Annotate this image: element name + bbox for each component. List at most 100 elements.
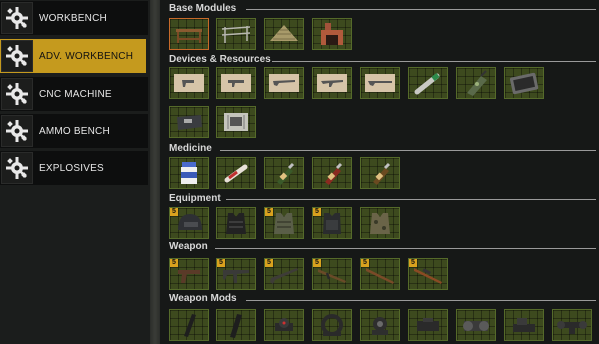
parts-box-icon [269,74,299,92]
nav-item-label: EXPLOSIVES [39,162,104,174]
recipe-slot-radio[interactable] [456,67,496,99]
recipe-slot-medicine-bottle-brown[interactable] [360,157,400,189]
nav-item-workbench[interactable]: WORKBENCH [0,1,148,35]
parts-box-icon [365,74,395,92]
recipe-slot-tablet[interactable] [504,67,544,99]
tier-badge: 5 [170,208,178,216]
recipe-slot-pistol-parts-box[interactable] [169,67,209,99]
recipe-slot-extended-magazine[interactable] [216,309,256,341]
scope-mount-icon [372,317,388,335]
recipe-slot-medicine-bottle-red[interactable] [312,157,352,189]
tier-badge: 5 [265,208,273,216]
recipe-slot-magazine[interactable] [169,309,209,341]
recipe-slot-vest-olive[interactable]: 5 [264,207,304,239]
recipe-slot-laser-sight[interactable] [408,309,448,341]
recipe-slot-shotgun-parts-box[interactable] [264,67,304,99]
recipe-slot-pistol[interactable]: 5 [169,258,209,290]
scope-icon [463,321,489,331]
category-title-devices: Devices & Resources [169,54,271,65]
recipe-slot-helmet[interactable]: 5 [169,207,209,239]
fireplace-icon [321,23,343,45]
nav-item-adv-workbench[interactable]: ADV. WORKBENCH [0,39,146,73]
recipe-slot-circuit-board[interactable] [216,106,256,138]
recipe-slot-tactical-sight[interactable] [504,309,544,341]
sight-icon [275,318,293,331]
tablet-icon [509,72,539,95]
sight-icon [321,314,343,336]
gear-icon [1,152,33,184]
recipe-slot-pill-bottle[interactable] [169,157,209,189]
vest-icon [370,213,390,234]
recipe-slot-vest-black[interactable] [216,207,256,239]
recipe-slot-acog-scope[interactable] [456,309,496,341]
recipe-slot-camo-vest[interactable] [360,207,400,239]
category-divider [220,150,596,151]
parts-box-icon [317,74,347,92]
recipe-slot-scope-mount[interactable] [360,309,400,341]
category-title-medicine: Medicine [169,143,212,154]
nav-item-cnc-machine[interactable]: CNC MACHINE [0,77,148,111]
tier-badge: 5 [361,259,369,267]
magazine-icon [184,314,196,337]
tier-badge: 5 [217,259,225,267]
radio-icon [467,70,487,96]
nav-item-label: CNC MACHINE [39,88,112,100]
category-divider [272,61,596,62]
nav-item-label: ADV. WORKBENCH [39,50,134,62]
recipe-slot-armor-vest[interactable]: 5 [312,207,352,239]
recipe-slot-rifle-parts-box[interactable] [312,67,352,99]
category-title-base-modules: Base Modules [169,3,237,14]
laser-sight-icon [417,318,439,331]
tier-badge: 5 [170,259,178,267]
syringe-icon [224,164,248,183]
tier-badge: 5 [313,208,321,216]
flare-icon [414,73,440,95]
crafting-table-icon [176,29,202,43]
gear-icon [1,115,33,147]
tier-badge: 5 [265,259,273,267]
recipe-slot-sniper-parts-box[interactable] [360,67,400,99]
shelf-icon [221,26,251,43]
recipe-slot-red-dot-sight[interactable] [264,309,304,341]
recipe-slot-shelf[interactable] [216,18,256,50]
category-divider [226,199,596,200]
recipe-slot-flare[interactable] [408,67,448,99]
recipe-slot-fireplace[interactable] [312,18,352,50]
tier-badge: 5 [409,259,417,267]
recipe-slot-armor-plate[interactable] [169,106,209,138]
armor-plate-icon [177,115,202,130]
camo-net-icon [270,25,298,41]
category-divider [215,248,596,249]
category-divider [246,9,596,10]
recipe-slot-rifle[interactable]: 5 [312,258,352,290]
nav-item-label: WORKBENCH [39,12,107,24]
panel-divider [150,0,160,344]
nav-item-ammo-bench[interactable]: AMMO BENCH [0,114,148,148]
recipe-slot-smg-parts-box[interactable] [216,67,256,99]
parts-box-icon [174,74,204,92]
sight-icon [513,318,535,332]
recipe-slot-syringe[interactable] [216,157,256,189]
recipe-slot-smg[interactable]: 5 [216,258,256,290]
recipe-slot-hunting-rifle[interactable]: 5 [360,258,400,290]
nav-item-explosives[interactable]: EXPLOSIVES [0,151,148,185]
category-title-weapon-mods: Weapon Mods [169,293,237,304]
medicine-bottle-icon [277,162,295,185]
circuit-board-icon [224,113,248,131]
recipe-slot-crafting-table[interactable] [169,18,209,50]
recipe-slot-sniper-rifle[interactable]: 5 [408,258,448,290]
recipe-slot-holo-sight[interactable] [312,309,352,341]
parts-box-icon [221,74,251,92]
nav-item-label: AMMO BENCH [39,125,110,137]
recipe-slot-sniper-scope[interactable] [552,309,592,341]
recipe-slot-camo-net[interactable] [264,18,304,50]
recipe-slot-shotgun[interactable]: 5 [264,258,304,290]
scope-icon [557,321,587,334]
tier-badge: 5 [313,259,321,267]
gear-icon [1,40,33,72]
recipe-list: Base Modules Devices & Resources Medicin… [164,0,599,344]
gear-icon [1,78,33,110]
recipe-slot-medicine-bottle-green[interactable] [264,157,304,189]
medicine-bottle-icon [373,162,391,185]
category-title-equipment: Equipment [169,193,221,204]
